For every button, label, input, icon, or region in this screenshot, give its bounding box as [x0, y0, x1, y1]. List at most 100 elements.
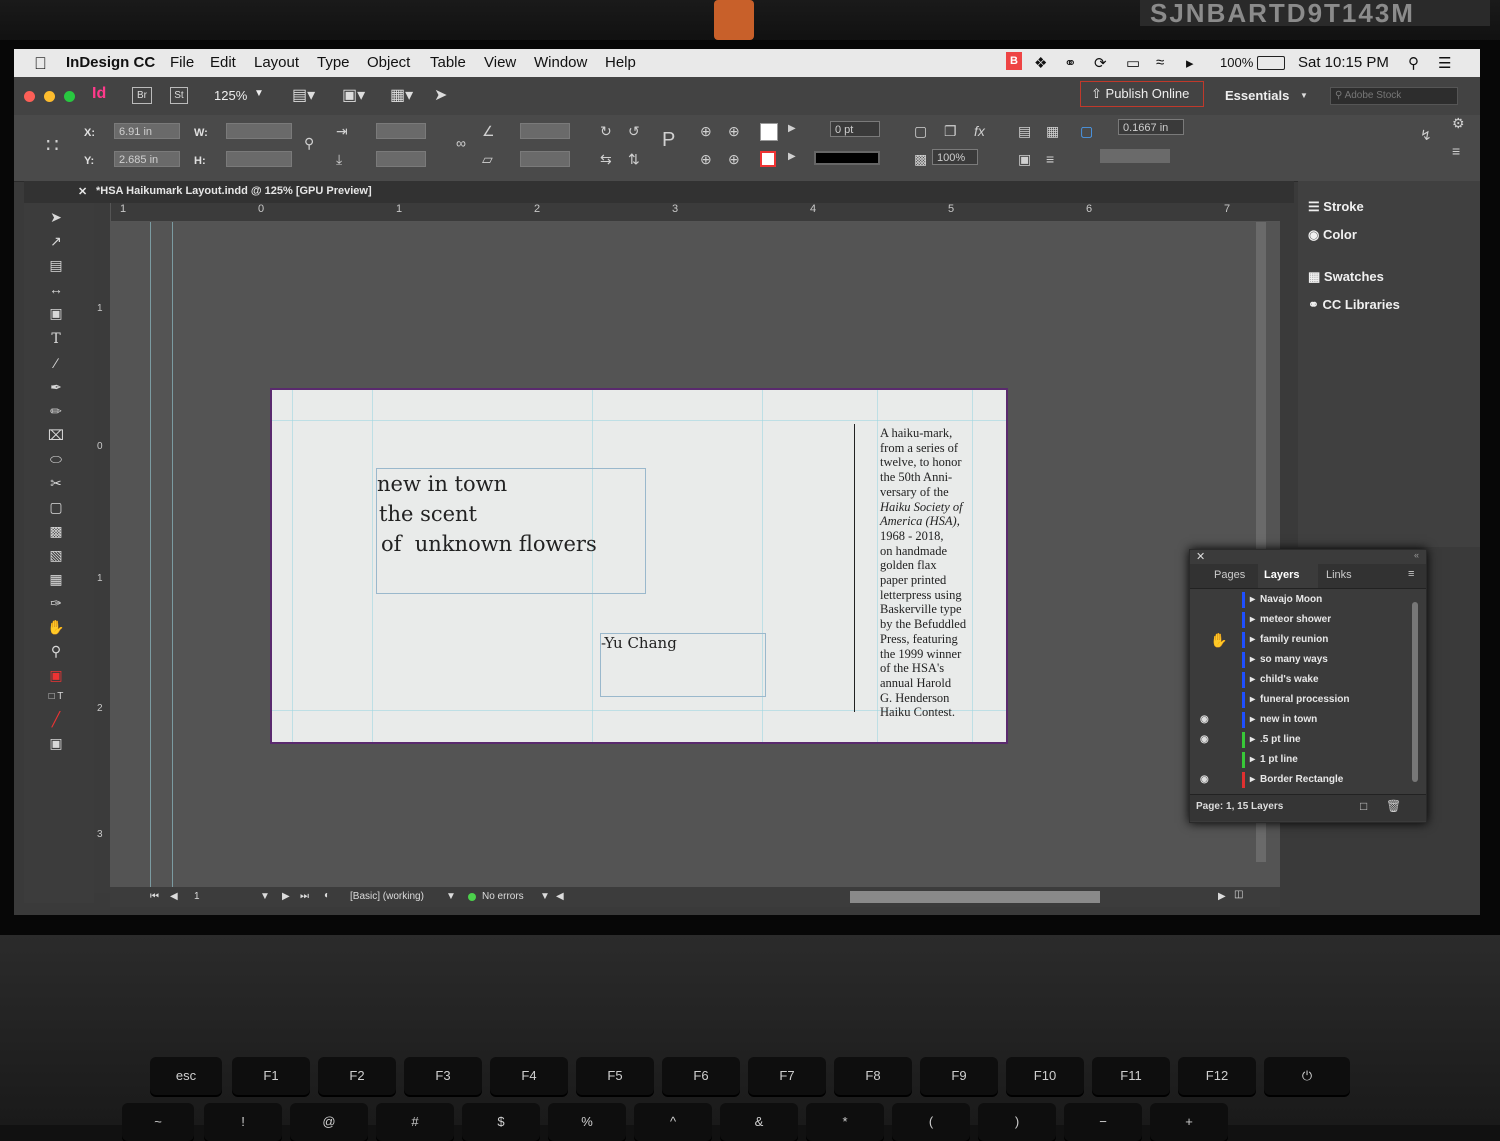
layer-expand-icon[interactable]: ▸ [1250, 730, 1255, 750]
type-tool-icon[interactable]: T [46, 329, 66, 349]
zoom-tool-icon[interactable]: ⚲ [46, 641, 66, 661]
layer-row[interactable]: ▸ so many ways [1190, 650, 1408, 670]
tab-links[interactable]: Links [1326, 569, 1352, 581]
vertical-rule-line[interactable] [854, 424, 855, 712]
fill-none-swatch[interactable] [760, 123, 778, 141]
stroke-type-dropdown[interactable] [814, 151, 880, 165]
zoom-window-button[interactable] [64, 91, 75, 102]
layer-row[interactable]: ◉ ▸ .5 pt line [1190, 730, 1408, 750]
text-wrap-icon[interactable]: ▤ [1018, 123, 1031, 140]
key-f12[interactable]: F12 [1178, 1057, 1256, 1095]
key-f5[interactable]: F5 [576, 1057, 654, 1095]
hand-tool-icon[interactable]: ✋ [46, 617, 66, 637]
layer-row[interactable]: ◉ ▸ new in town [1190, 710, 1408, 730]
close-panel-icon[interactable]: ✕ [1196, 550, 1205, 563]
direct-selection-tool-icon[interactable]: ↗ [46, 231, 66, 251]
menu-object[interactable]: Object [367, 54, 410, 71]
frame-icon[interactable]: ▢ [914, 123, 927, 140]
layer-expand-icon[interactable]: ▸ [1250, 670, 1255, 690]
scale-y-icon[interactable]: ⤓ [336, 151, 342, 168]
layers-scrollbar[interactable] [1412, 602, 1418, 782]
y-position-field[interactable]: 2.685 in [114, 151, 180, 167]
zoom-chevron-down-icon[interactable]: ▼ [254, 88, 264, 99]
ellipse-tool-icon[interactable]: ⬭ [46, 449, 66, 469]
layer-row[interactable]: ▸ Navajo Moon [1190, 590, 1408, 610]
menu-type[interactable]: Type [317, 54, 350, 71]
eye-visibility-icon[interactable]: ◉ [1200, 770, 1209, 790]
menu-window[interactable]: Window [534, 54, 587, 71]
x-position-field[interactable]: 6.91 in [114, 123, 180, 139]
key-f3[interactable]: F3 [404, 1057, 482, 1095]
note-tool-icon[interactable]: ▦ [46, 569, 66, 589]
screen-mode-icon[interactable]: ▣▾ [342, 85, 365, 105]
first-page-icon[interactable]: ⏮ [150, 891, 159, 902]
key-f2[interactable]: F2 [318, 1057, 396, 1095]
battery-icon[interactable] [1257, 56, 1285, 70]
notification-center-icon[interactable]: ☰ [1438, 54, 1451, 72]
haiku-text-frame[interactable]: new in town the scent of unknown flowers [376, 468, 646, 594]
new-layer-icon[interactable]: □ [1360, 799, 1367, 813]
document-page[interactable]: new in town the scent of unknown flowers… [270, 388, 1008, 744]
key-5[interactable]: % [548, 1103, 626, 1141]
creative-cloud-icon[interactable]: ⚭ [1064, 54, 1077, 72]
dropbox-icon[interactable]: ❖ [1034, 54, 1047, 72]
layer-row[interactable]: ▸ 1 pt line [1190, 750, 1408, 770]
bridge-button[interactable]: Br [132, 87, 152, 104]
key-0[interactable]: ) [978, 1103, 1056, 1141]
eye-visibility-icon[interactable]: ◉ [1200, 730, 1209, 750]
app-menu[interactable]: InDesign CC [66, 54, 155, 71]
scale-x-field[interactable] [376, 123, 426, 139]
next-page-icon[interactable]: ▶ [282, 891, 290, 902]
screen-mode-tool-icon[interactable]: ▣ [46, 733, 66, 753]
spotlight-icon[interactable]: ⚲ [1408, 54, 1419, 72]
zoom-level[interactable]: 125% [214, 88, 247, 103]
menu-help[interactable]: Help [605, 54, 636, 71]
layer-expand-icon[interactable]: ▸ [1250, 610, 1255, 630]
airplay-icon[interactable]: ▭ [1126, 54, 1140, 72]
select-previous-icon[interactable]: ⊕ [700, 151, 712, 168]
delete-layer-icon[interactable]: 🗑 [1386, 799, 1401, 813]
key-2[interactable]: @ [290, 1103, 368, 1141]
key-esc[interactable]: esc [150, 1057, 222, 1095]
rotate-clockwise-icon[interactable]: ↻ [600, 123, 612, 140]
key-f11[interactable]: F11 [1092, 1057, 1170, 1095]
shear-field[interactable] [520, 151, 570, 167]
split-window-icon[interactable]: ◫ [1234, 889, 1243, 900]
page-chevron-down-icon[interactable]: ▼ [260, 891, 270, 902]
key-plus[interactable]: + [1150, 1103, 1228, 1141]
stroke-weight-field[interactable]: 0 pt [830, 121, 880, 137]
scroll-left-icon[interactable]: ◀ [556, 891, 564, 902]
key-1[interactable]: ! [204, 1103, 282, 1141]
select-next-icon[interactable]: ⊕ [728, 151, 740, 168]
colophon-text-frame[interactable]: A haiku-mark, from a series of twelve, t… [880, 426, 972, 720]
tab-pages[interactable]: Pages [1214, 569, 1245, 581]
panel-menu-icon[interactable]: ≡ [1452, 143, 1460, 159]
rectangle-frame-tool-icon[interactable]: ⌧ [46, 425, 66, 445]
key-f6[interactable]: F6 [662, 1057, 740, 1095]
settings-gear-icon[interactable]: ⚙ [1452, 115, 1465, 132]
clock[interactable]: Sat 10:15 PM [1298, 54, 1389, 71]
layer-row[interactable]: ▸ funeral procession [1190, 690, 1408, 710]
key-minus[interactable]: − [1064, 1103, 1142, 1141]
key-8[interactable]: * [806, 1103, 884, 1141]
width-field[interactable] [226, 123, 292, 139]
stock-search-input[interactable]: ⚲ Adobe Stock [1330, 87, 1458, 105]
dock-cc-libraries[interactable]: ⚭ CC Libraries [1308, 297, 1400, 313]
close-tab-icon[interactable]: ✕ [78, 185, 87, 198]
drop-shadow-icon[interactable]: ❐ [944, 123, 957, 140]
opacity-field[interactable]: 100% [932, 149, 978, 165]
eyedropper-tool-icon[interactable]: ✑ [46, 593, 66, 613]
rotate-counterclockwise-icon[interactable]: ↺ [628, 123, 640, 140]
volume-icon[interactable]: ▸ [1186, 54, 1194, 72]
stock-button[interactable]: St [170, 87, 188, 104]
key-f9[interactable]: F9 [920, 1057, 998, 1095]
layer-row[interactable]: ▸ meteor shower [1190, 610, 1408, 630]
scale-y-field[interactable] [376, 151, 426, 167]
rotation-field[interactable] [520, 123, 570, 139]
constrain-proportions-icon[interactable]: ⚲ [304, 135, 314, 152]
stroke-menu-icon[interactable]: ▶ [788, 151, 796, 162]
view-options-icon[interactable]: ▤▾ [292, 85, 315, 105]
reference-point-icon[interactable]: ∷ [46, 133, 59, 158]
previous-page-icon[interactable]: ◀ [170, 891, 178, 902]
line-tool-icon[interactable]: ∕ [46, 353, 66, 373]
